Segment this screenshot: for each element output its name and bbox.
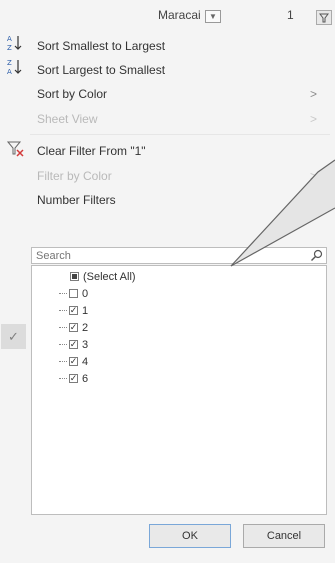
- cancel-button[interactable]: Cancel: [243, 524, 325, 548]
- list-item-label: 4: [82, 355, 89, 368]
- svg-text:A: A: [7, 68, 12, 76]
- list-item-label: 1: [82, 304, 89, 317]
- checkbox[interactable]: [69, 306, 78, 315]
- tree-connector: [59, 309, 67, 312]
- sheet-view: Sheet View: [37, 112, 98, 126]
- search-field[interactable]: [31, 247, 327, 264]
- checkbox[interactable]: [69, 357, 78, 366]
- clear-filter-icon: [6, 140, 25, 161]
- clear-filter-button[interactable]: Clear Filter From "1": [37, 141, 146, 161]
- svg-text:A: A: [7, 35, 12, 43]
- list-item-label: 0: [82, 287, 89, 300]
- select-all-item[interactable]: (Select All): [32, 268, 326, 285]
- sort-smallest-to-largest[interactable]: Sort Smallest to Largest: [37, 36, 165, 56]
- search-icon: [311, 249, 323, 261]
- filter-by-color: Filter by Color: [37, 169, 112, 183]
- tree-connector: [59, 343, 67, 346]
- list-item-label: 6: [82, 372, 89, 385]
- checkbox[interactable]: [70, 272, 79, 281]
- filter-dropdown-button[interactable]: [316, 10, 332, 25]
- menu-divider: [30, 134, 330, 135]
- tree-connector: [59, 360, 67, 363]
- sort-largest-to-smallest[interactable]: Sort Largest to Smallest: [37, 60, 165, 80]
- checkbox[interactable]: [69, 374, 78, 383]
- ok-button[interactable]: OK: [149, 524, 231, 548]
- list-item[interactable]: 0: [32, 285, 326, 302]
- checkbox[interactable]: [69, 289, 78, 298]
- column-header-maracai: Maracai: [158, 8, 201, 22]
- chevron-right-icon: >: [310, 112, 318, 126]
- list-item[interactable]: 2: [32, 319, 326, 336]
- list-item-label: 2: [82, 321, 89, 334]
- sort-ascending-icon: A Z: [6, 34, 24, 55]
- column-header-value: 1: [287, 8, 294, 22]
- list-item[interactable]: 4: [32, 353, 326, 370]
- svg-text:Z: Z: [7, 59, 12, 67]
- number-filters[interactable]: Number Filters: [37, 190, 116, 210]
- chevron-right-icon: >: [310, 169, 318, 183]
- column-dropdown-button[interactable]: ▼: [205, 10, 221, 23]
- list-item[interactable]: 6: [32, 370, 326, 387]
- filter-icon: [319, 13, 329, 23]
- tree-connector: [59, 326, 67, 329]
- tree-connector: [59, 377, 67, 380]
- values-list[interactable]: (Select All) 0 1 2 3 4 6: [31, 265, 327, 515]
- list-item[interactable]: 3: [32, 336, 326, 353]
- tree-connector: [59, 292, 67, 295]
- sort-by-color[interactable]: Sort by Color: [37, 84, 107, 104]
- search-input[interactable]: [32, 248, 300, 264]
- chevron-right-icon: >: [310, 87, 318, 101]
- svg-text:Z: Z: [7, 44, 12, 52]
- checkbox[interactable]: [69, 323, 78, 332]
- checkmark-icon: ✓: [1, 324, 26, 349]
- sort-descending-icon: Z A: [6, 58, 24, 79]
- list-item-label: 3: [82, 338, 89, 351]
- checkbox[interactable]: [69, 340, 78, 349]
- chevron-down-icon: ▼: [209, 11, 217, 21]
- list-item-label: (Select All): [83, 270, 136, 283]
- list-item[interactable]: 1: [32, 302, 326, 319]
